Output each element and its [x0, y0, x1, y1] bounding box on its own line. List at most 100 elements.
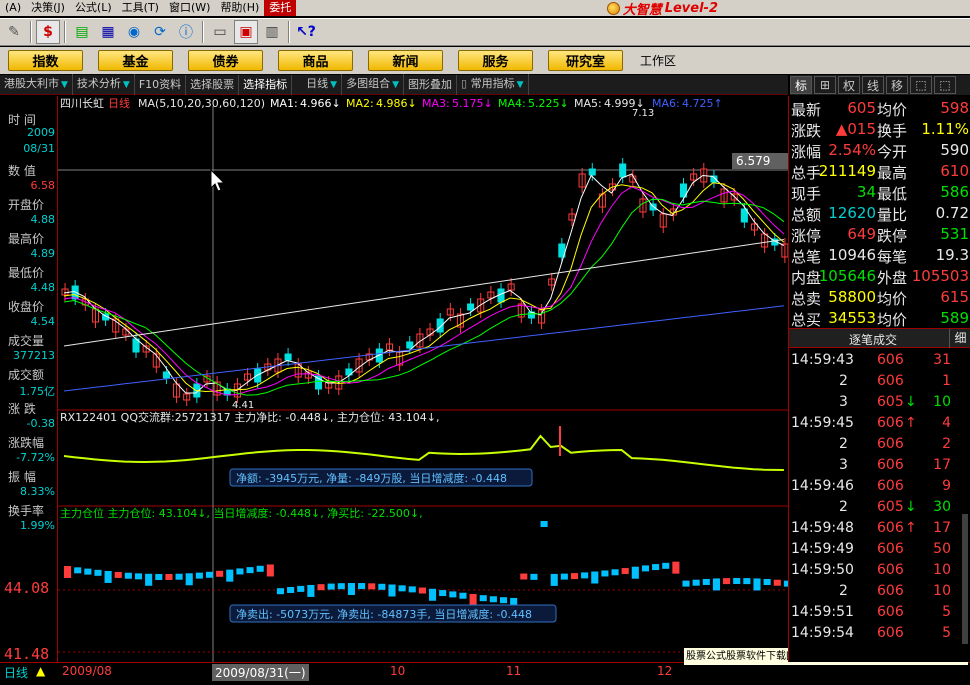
indicator-bar — [114, 571, 122, 578]
month-10: 10 — [390, 664, 406, 678]
menu-a[interactable]: (A) — [0, 0, 26, 16]
indicator-bar — [398, 585, 406, 592]
tick-volume: 2 — [942, 436, 951, 452]
triangle-icon[interactable]: ▲ — [36, 664, 45, 678]
quote-row: 总手 211149 最高 610 — [789, 161, 970, 182]
nav-button-news[interactable]: 新闻 — [368, 50, 443, 71]
low-price-label: 4.41 — [232, 400, 254, 411]
indicator-bar — [449, 591, 457, 598]
right-panel-tabs: 标 ⊞ 权 线 移 ⬚ ⬚ — [790, 75, 970, 95]
label-change-pct: 涨跌幅 — [8, 436, 45, 450]
grid-icon[interactable]: ▦ — [96, 20, 120, 44]
info-icon[interactable]: ⓘ — [174, 20, 198, 44]
tooltip-text: 净额: -3945万元, 净量: -849万股, 当日增减度: -0.448 — [236, 471, 507, 485]
tab-rights[interactable]: 权 — [838, 76, 860, 94]
tick-price: 606 — [877, 478, 904, 494]
quote-value: 589 — [940, 309, 969, 327]
menu-formula[interactable]: 公式(L) — [70, 0, 117, 16]
ma6-value: 4.725↑ — [682, 97, 723, 110]
subbar-common[interactable]: ▯ 常用指标 ▼ — [457, 74, 529, 95]
nav-button-commodity[interactable]: 商品 — [278, 50, 353, 71]
value-turnover: 1.99% — [20, 519, 55, 532]
quote-label: 换手 — [877, 122, 908, 140]
kline-chart[interactable]: 四川长虹 日线 MA(5,10,20,30,60,120) MA1: 4.966… — [58, 96, 788, 662]
layout-icon[interactable]: ▣ — [234, 20, 258, 44]
tick-time: 14:59:48 — [791, 520, 854, 536]
tick-row: 2 606 10 — [789, 582, 970, 603]
quote-value: 605 — [847, 99, 876, 117]
menu-help[interactable]: 帮助(H) — [215, 0, 264, 16]
menu-trade[interactable]: 委托 — [264, 0, 297, 16]
ma3-value: 5.175↓ — [452, 97, 493, 110]
refresh-icon[interactable]: ⟳ — [148, 20, 172, 44]
subbar-multi[interactable]: 多图组合 ▼ — [342, 74, 405, 95]
window-icon[interactable]: ▭ — [208, 20, 232, 44]
chart-icon[interactable]: ▤ — [70, 20, 94, 44]
period-label: 日线 — [108, 96, 130, 110]
dollar-icon[interactable]: $ — [36, 20, 60, 44]
indicator-bar — [327, 583, 335, 590]
globe-tool-icon[interactable]: ◉ — [122, 20, 146, 44]
tab-window-b[interactable]: ⬚ — [934, 76, 956, 94]
tab-grid[interactable]: ⊞ — [814, 76, 836, 94]
tick-price: 606 — [877, 562, 904, 578]
dropdown-arrow-icon: ▼ — [516, 80, 524, 90]
nav-button-fund[interactable]: 基金 — [98, 50, 173, 71]
period-switch[interactable]: 日线 — [4, 664, 28, 681]
tab-move[interactable]: 移 — [886, 76, 908, 94]
subbar-tech[interactable]: 技术分析 ▼ — [73, 74, 135, 95]
tab-window-a[interactable]: ⬚ — [910, 76, 932, 94]
tab-quote[interactable]: 标 — [790, 76, 812, 94]
menu-tools[interactable]: 工具(T) — [117, 0, 164, 16]
nav-button-service[interactable]: 服务 — [458, 50, 533, 71]
indicator-bar — [378, 583, 386, 590]
tick-volume: 9 — [942, 478, 951, 494]
label-low: 最低价 — [8, 266, 45, 280]
subbar-select-indicator[interactable]: 选择指标 — [239, 74, 293, 95]
subbar-hk[interactable]: 港股大利市 ▼ — [0, 74, 73, 95]
subbar-overlay[interactable]: 图形叠加 — [404, 74, 458, 95]
quote-label: 总额 — [791, 206, 822, 224]
quote-value: 34553 — [828, 309, 876, 327]
quote-value: 1.11% — [921, 120, 969, 138]
tick-scrollbar[interactable] — [962, 514, 968, 644]
indicator-bar — [662, 562, 670, 569]
nav-button-bond[interactable]: 债券 — [188, 50, 263, 71]
quote-value: ▲015 — [835, 120, 876, 138]
dropdown-arrow-icon: ▼ — [61, 80, 68, 90]
nav-button-research[interactable]: 研究室 — [548, 50, 623, 71]
subbar-f10[interactable]: F10资料 — [135, 74, 187, 95]
workarea-label[interactable]: 工作区 — [640, 52, 676, 69]
label-turnover: 换手率 — [8, 504, 45, 518]
menu-window[interactable]: 窗口(W) — [164, 0, 215, 16]
subbar-select-stock[interactable]: 选择股票 — [186, 74, 240, 95]
tick-row: 2 606 2 — [789, 435, 970, 456]
tick-row: 14:59:48 606 ↑ 17 — [789, 519, 970, 540]
indicator-bar — [479, 595, 487, 602]
indicator-bar — [621, 568, 629, 575]
quote-label: 涨跌 — [791, 122, 822, 140]
subbar-daily[interactable]: 日线 ▼ — [292, 74, 343, 95]
tick-time: 3 — [839, 457, 848, 473]
pen-icon[interactable]: ✎ — [2, 20, 26, 44]
dropdown-arrow-icon: ▼ — [392, 80, 400, 90]
value-amount: 1.75亿 — [19, 385, 56, 398]
stock-name: 四川长虹 — [60, 97, 104, 110]
indicator-bar — [175, 573, 183, 580]
ticks-detail-tab[interactable]: 细 — [949, 329, 970, 348]
value-open: 4.88 — [30, 213, 56, 226]
tick-time: 3 — [839, 394, 848, 410]
tick-time: 2 — [839, 373, 848, 389]
quote-value: 586 — [940, 183, 969, 201]
columns-icon[interactable]: ▥ — [260, 20, 284, 44]
tab-line[interactable]: 线 — [862, 76, 884, 94]
indicator-bar — [418, 587, 426, 594]
value-change: -0.38 — [26, 417, 55, 430]
brand-edition: Level-2 — [664, 0, 718, 16]
nav-button-index[interactable]: 指数 — [8, 50, 83, 71]
indicator-bar — [429, 588, 437, 601]
tick-row: 14:59:45 606 ↑ 4 — [789, 414, 970, 435]
help-pointer-icon[interactable]: ↖? — [294, 20, 318, 44]
ticks-header: 逐笔成交 细 — [789, 328, 970, 348]
menu-decision[interactable]: 决策(J) — [26, 0, 70, 16]
